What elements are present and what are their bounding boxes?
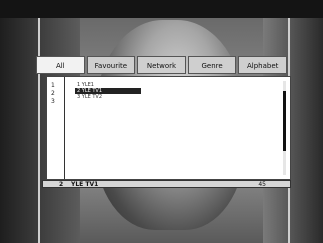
channel-number-column: 1 2 3 <box>47 77 65 179</box>
tab-all[interactable]: All <box>36 56 85 74</box>
current-channel-name: YLE TV1 <box>71 181 99 188</box>
channel-list-scrollbar[interactable] <box>283 81 286 175</box>
channel-info-value: 45 <box>258 181 266 188</box>
channel-number: 1 <box>51 82 55 89</box>
channel-list-panel: 1 2 3 1 YLE1 2 YLE TV1 3 YLE TV2 <box>46 76 291 180</box>
current-channel-number: 2 <box>59 181 64 188</box>
channel-number: 3 <box>51 98 55 105</box>
tv-screen: All Favourite Network Genre Alphabet 1 2… <box>0 0 323 243</box>
channel-info-bar: 2 YLE TV1 45 <box>42 180 291 188</box>
scrollbar-thumb[interactable] <box>283 91 286 151</box>
tab-favourite[interactable]: Favourite <box>86 56 136 74</box>
frame-line-left <box>38 18 40 243</box>
channel-number: 2 <box>51 90 55 97</box>
category-tabs: All Favourite Network Genre Alphabet <box>36 56 287 74</box>
channel-item[interactable]: 3 YLE TV2 <box>75 94 275 100</box>
tab-alphabet[interactable]: Alphabet <box>238 56 287 74</box>
tab-network[interactable]: Network <box>137 56 186 74</box>
tab-genre[interactable]: Genre <box>187 56 237 74</box>
channel-list: 1 YLE1 2 YLE TV1 3 YLE TV2 <box>75 82 275 100</box>
